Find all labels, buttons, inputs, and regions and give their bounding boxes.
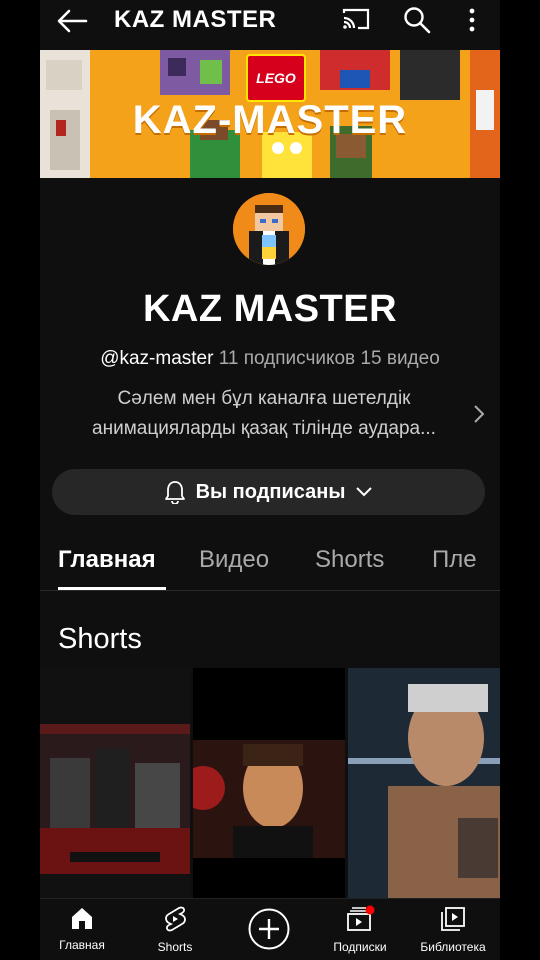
more-vertical-icon[interactable]	[460, 6, 484, 34]
page-title: KAZ MASTER	[114, 6, 277, 33]
channel-meta: @kaz-master 11 подписчиков 15 видео	[40, 348, 500, 370]
description-line: анимацияларды қазақ тілінде аудара...	[92, 418, 436, 439]
short-thumbnail[interactable]	[193, 668, 345, 898]
bottom-navigation: Главная Shorts Подписки Библиотека	[40, 898, 500, 960]
short-thumbnail-image	[40, 724, 190, 874]
cast-icon[interactable]	[340, 6, 372, 32]
short-thumbnail-image	[193, 740, 345, 858]
channel-avatar[interactable]	[233, 193, 305, 265]
home-icon	[72, 908, 92, 929]
chevron-right-icon[interactable]	[472, 404, 486, 424]
nav-subscriptions[interactable]: Подписки	[320, 905, 400, 954]
nav-home-label: Главная	[59, 938, 105, 952]
video-count: 15 видео	[360, 348, 440, 369]
nav-shorts[interactable]: Shorts	[135, 905, 215, 954]
nav-create[interactable]	[229, 907, 309, 956]
nav-home[interactable]: Главная	[42, 905, 122, 952]
active-tab-indicator	[58, 587, 166, 590]
description-line: Сәлем мен бұл каналға шетелдік	[117, 388, 411, 409]
nav-shorts-label: Shorts	[157, 940, 193, 954]
channel-handle: @kaz-master	[100, 348, 214, 369]
subscribed-label: Вы подписаны	[195, 480, 346, 503]
subscriptions-icon	[347, 905, 375, 931]
short-thumbnail-image	[348, 668, 500, 898]
channel-name: KAZ MASTER	[142, 288, 398, 330]
shorts-shelf	[40, 668, 500, 898]
tab-playlists[interactable]: Пле	[432, 546, 477, 574]
search-icon[interactable]	[402, 6, 432, 34]
channel-banner: LEGO KAZ-MASTER	[40, 50, 500, 178]
top-bar: KAZ MASTER	[40, 0, 500, 46]
notification-dot	[365, 905, 375, 915]
create-plus-icon	[248, 908, 290, 950]
short-thumbnail[interactable]	[348, 668, 500, 898]
app-screen: KAZ MASTER LEGO KAZ-MASTER KAZ MASTER @k…	[40, 0, 500, 960]
lego-logo: LEGO	[246, 54, 306, 102]
avatar-image	[233, 193, 305, 265]
section-title: Shorts	[58, 623, 142, 655]
nav-subscriptions-label: Подписки	[333, 940, 387, 954]
tab-videos[interactable]: Видео	[199, 546, 269, 574]
tab-home[interactable]: Главная	[58, 546, 156, 574]
library-icon	[441, 907, 465, 931]
channel-tabs: Главная Видео Shorts Пле	[40, 540, 500, 591]
channel-description[interactable]: Сәлем мен бұл каналға шетелдік анимациял…	[54, 384, 474, 444]
tab-shorts[interactable]: Shorts	[315, 546, 384, 574]
short-thumbnail[interactable]	[40, 668, 190, 898]
shorts-icon	[165, 906, 186, 932]
nav-library-label: Библиотека	[420, 940, 486, 954]
subscribed-button[interactable]: Вы подписаны	[52, 469, 485, 515]
subscriber-count: 11 подписчиков	[218, 348, 356, 369]
chevron-down-icon	[356, 487, 373, 497]
banner-title: KAZ-MASTER	[132, 98, 408, 142]
bell-icon	[164, 481, 185, 504]
back-arrow-icon[interactable]	[56, 8, 88, 34]
nav-library[interactable]: Библиотека	[413, 905, 493, 954]
